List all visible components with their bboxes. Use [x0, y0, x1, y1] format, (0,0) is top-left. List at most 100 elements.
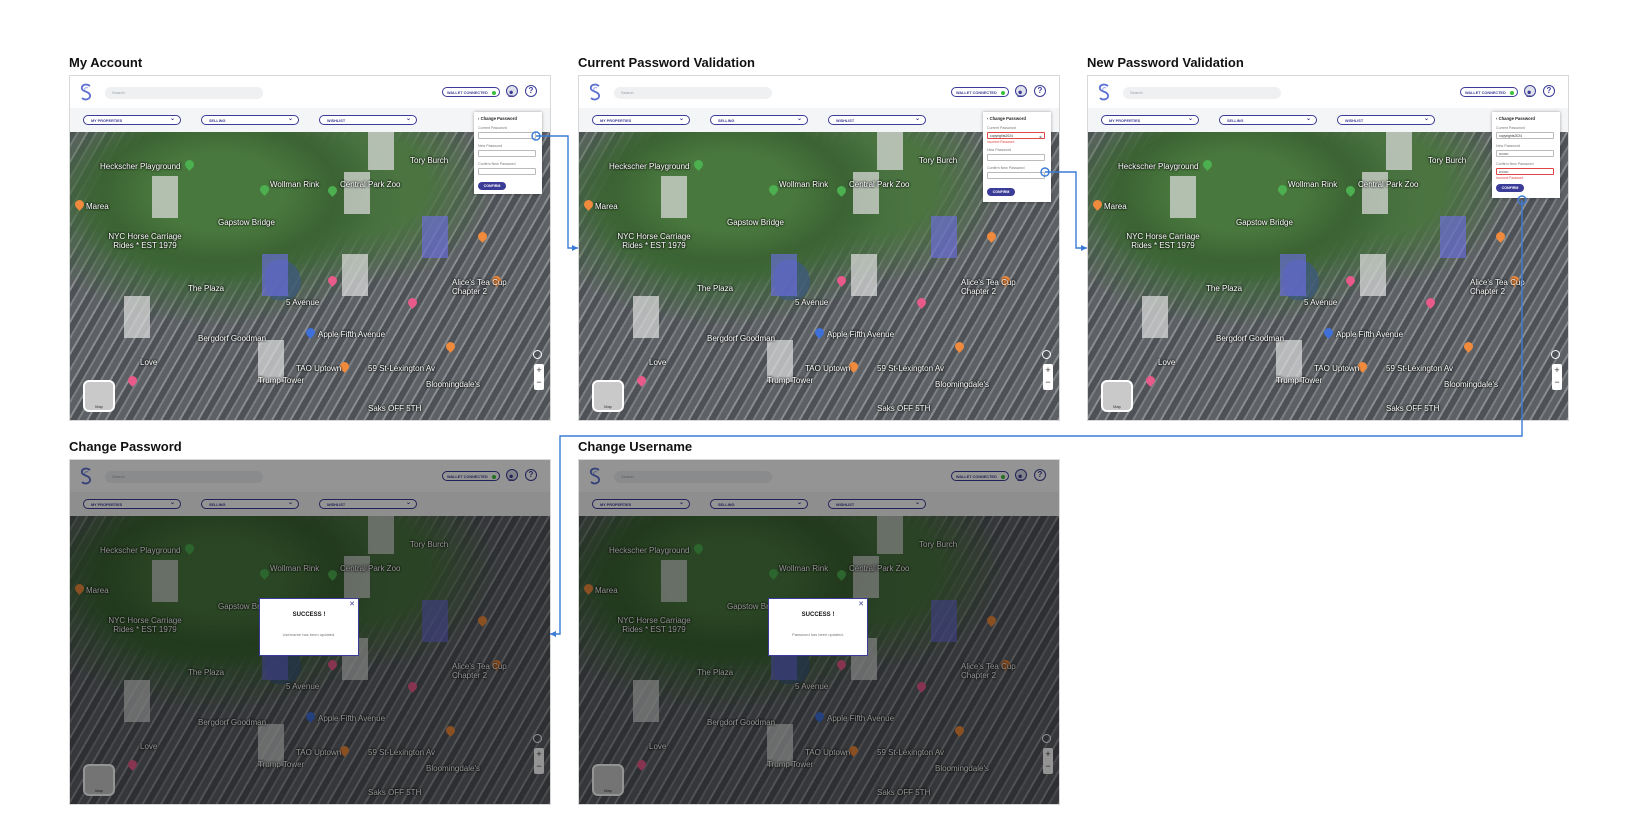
- search-input[interactable]: Search: [105, 87, 263, 99]
- compass-icon[interactable]: [1042, 350, 1051, 359]
- property-block[interactable]: [1386, 132, 1412, 170]
- map-label: The Plaza: [697, 284, 734, 293]
- logo-icon: [1098, 83, 1109, 101]
- selling-dropdown[interactable]: SELLING: [201, 114, 299, 125]
- help-icon[interactable]: ?: [525, 85, 537, 97]
- map-pin-icon[interactable]: [1322, 326, 1335, 339]
- property-block[interactable]: [661, 176, 687, 218]
- wallet-connected-button[interactable]: WALLET CONNECTED: [951, 87, 1009, 97]
- confirm-password-input[interactable]: [478, 168, 536, 175]
- property-block[interactable]: [368, 132, 394, 170]
- map-pin-icon[interactable]: [1144, 374, 1157, 387]
- property-block-selected[interactable]: [422, 216, 448, 258]
- current-password-input[interactable]: copyrights2024: [1496, 132, 1554, 139]
- map-type-toggle[interactable]: Map: [592, 380, 624, 412]
- wishlist-dropdown[interactable]: WISHLIST: [828, 114, 926, 125]
- logo-icon: [80, 83, 91, 101]
- property-block-selected[interactable]: [1280, 254, 1306, 296]
- property-block[interactable]: [877, 132, 903, 170]
- my-properties-dropdown[interactable]: MY PROPERTIES: [83, 114, 181, 125]
- confirm-password-input[interactable]: ••••••••: [1496, 168, 1554, 175]
- map-pin-icon[interactable]: [813, 326, 826, 339]
- map-pin-icon[interactable]: [126, 374, 139, 387]
- zoom-control: + −: [534, 364, 544, 390]
- user-icon: [1017, 90, 1024, 97]
- close-icon[interactable]: ✕: [349, 600, 355, 608]
- property-block[interactable]: [1142, 296, 1168, 338]
- property-block[interactable]: [851, 254, 877, 296]
- property-block[interactable]: [342, 254, 368, 296]
- zoom-in-button[interactable]: +: [534, 364, 544, 376]
- avatar-icon[interactable]: [1015, 85, 1027, 97]
- zoom-control: + −: [1552, 364, 1562, 390]
- map-pin-icon[interactable]: [635, 374, 648, 387]
- wallet-label: WALLET CONNECTED: [447, 91, 488, 95]
- zoom-out-button[interactable]: −: [1043, 376, 1053, 388]
- current-password-input[interactable]: copyrights2024 ◉: [987, 132, 1045, 139]
- map-pin-icon[interactable]: [1462, 340, 1475, 353]
- compass-icon[interactable]: [1551, 350, 1560, 359]
- wishlist-dropdown[interactable]: WISHLIST: [319, 114, 417, 125]
- map-pin-icon[interactable]: [985, 230, 998, 243]
- map-label: 59 St-Lexington Av: [1386, 364, 1454, 373]
- zoom-in-button[interactable]: +: [1043, 364, 1053, 376]
- zoom-in-button[interactable]: +: [1552, 364, 1562, 376]
- property-block-selected[interactable]: [771, 254, 797, 296]
- wallet-connected-button[interactable]: WALLET CONNECTED: [442, 87, 500, 97]
- property-block[interactable]: [344, 172, 370, 214]
- new-password-input[interactable]: [987, 154, 1045, 161]
- property-block[interactable]: [633, 296, 659, 338]
- new-password-input[interactable]: ••••••••: [1496, 150, 1554, 157]
- confirm-button[interactable]: CONFIRM: [1496, 184, 1524, 192]
- map-pin-icon[interactable]: [915, 296, 928, 309]
- confirm-button[interactable]: CONFIRM: [478, 182, 506, 190]
- map-label: NYC Horse Carriage Rides * EST 1979: [1126, 232, 1200, 250]
- new-password-input[interactable]: [478, 150, 536, 157]
- help-icon[interactable]: ?: [1034, 85, 1046, 97]
- eye-icon[interactable]: ◉: [1039, 134, 1042, 140]
- zoom-out-button[interactable]: −: [1552, 376, 1562, 388]
- wishlist-dropdown[interactable]: WISHLIST: [1337, 114, 1435, 125]
- map-pin-icon[interactable]: [1494, 230, 1507, 243]
- my-properties-dropdown[interactable]: MY PROPERTIES: [592, 114, 690, 125]
- map-label: Central Park Zoo: [849, 180, 910, 189]
- selling-dropdown[interactable]: SELLING: [710, 114, 808, 125]
- map-pin-icon[interactable]: [1424, 296, 1437, 309]
- current-password-input[interactable]: [478, 132, 536, 139]
- map-pin-icon[interactable]: [406, 296, 419, 309]
- compass-icon[interactable]: [533, 350, 542, 359]
- property-block-selected[interactable]: [931, 216, 957, 258]
- selling-dropdown[interactable]: SELLING: [1219, 114, 1317, 125]
- confirm-button[interactable]: CONFIRM: [987, 188, 1015, 196]
- property-block[interactable]: [1170, 176, 1196, 218]
- my-properties-dropdown[interactable]: MY PROPERTIES: [1101, 114, 1199, 125]
- property-block-selected[interactable]: [1440, 216, 1466, 258]
- back-icon[interactable]: ‹: [478, 116, 479, 121]
- map-pin-icon[interactable]: [304, 326, 317, 339]
- property-block[interactable]: [124, 296, 150, 338]
- close-icon[interactable]: ✕: [858, 600, 864, 608]
- property-block[interactable]: [152, 176, 178, 218]
- property-block-selected[interactable]: [262, 254, 288, 296]
- property-block[interactable]: [853, 172, 879, 214]
- map-pin-icon[interactable]: [953, 340, 966, 353]
- help-icon[interactable]: ?: [1543, 85, 1555, 97]
- property-block[interactable]: [1360, 254, 1386, 296]
- map-type-toggle[interactable]: Map: [1101, 380, 1133, 412]
- search-input[interactable]: Search: [1123, 87, 1281, 99]
- map-type-toggle[interactable]: Map: [83, 380, 115, 412]
- map-pin-icon[interactable]: [444, 340, 457, 353]
- change-password-panel: ‹ Change Password Current Password copyr…: [983, 112, 1051, 202]
- property-block[interactable]: [1362, 172, 1388, 214]
- current-password-value: copyrights2024: [990, 134, 1013, 138]
- search-input[interactable]: Search: [614, 87, 772, 99]
- confirm-password-input[interactable]: [987, 172, 1045, 179]
- avatar-icon[interactable]: [1524, 85, 1536, 97]
- back-icon[interactable]: ‹: [987, 116, 988, 121]
- back-icon[interactable]: ‹: [1496, 116, 1497, 121]
- wallet-connected-button[interactable]: WALLET CONNECTED: [1460, 87, 1518, 97]
- zoom-out-button[interactable]: −: [534, 376, 544, 388]
- map-pin-icon[interactable]: [476, 230, 489, 243]
- map-label: Bergdorf Goodman: [198, 334, 267, 343]
- avatar-icon[interactable]: [506, 85, 518, 97]
